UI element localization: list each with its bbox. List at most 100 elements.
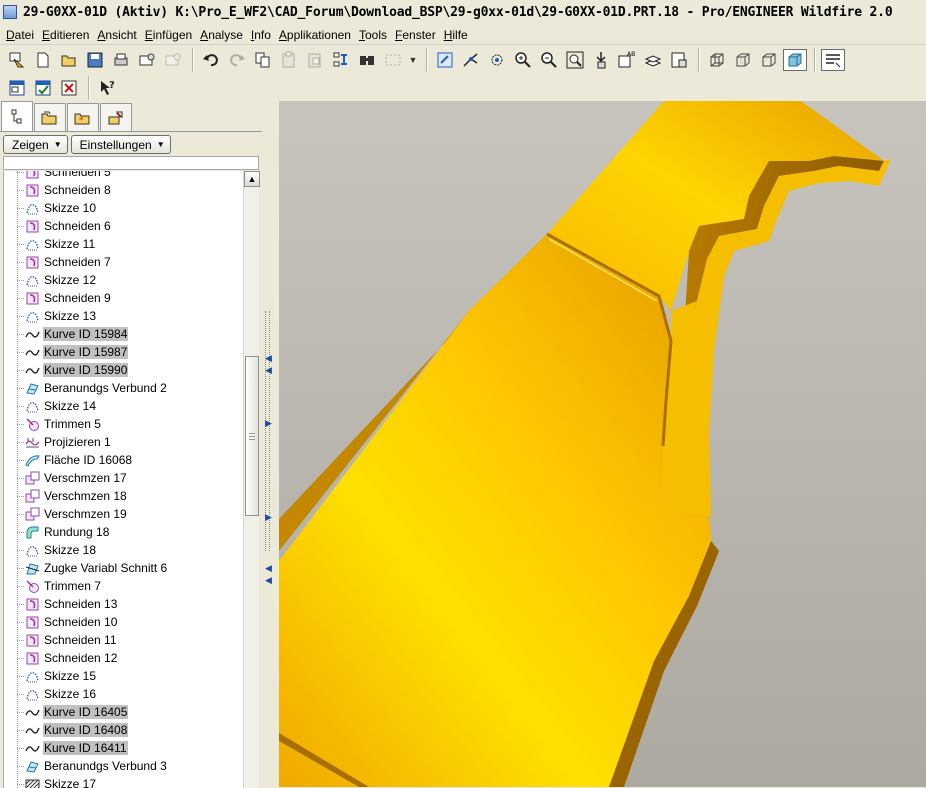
select-box-icon[interactable] [381, 49, 405, 71]
model-tree-item[interactable]: Trimmen 7 [24, 577, 102, 595]
collapse-left-icon[interactable]: ◀ [265, 365, 273, 375]
model-tree-item[interactable]: Skizze 15 [24, 667, 97, 685]
show-button[interactable]: Zeigen▼ [3, 135, 68, 154]
model-tree-item[interactable]: Trimmen 5 [24, 415, 102, 433]
find-icon[interactable] [355, 49, 379, 71]
open-folder-icon[interactable] [57, 49, 81, 71]
model-tree-item[interactable]: Schneiden 13 [24, 595, 118, 613]
panel-splitter[interactable]: ◀ ◀ ▶ ▶ ◀ ◀ [262, 101, 279, 787]
wireframe-icon[interactable] [705, 49, 729, 71]
model-tree-item[interactable]: Rundung 18 [24, 523, 110, 541]
menu-einfuegen[interactable]: Einfügen [141, 28, 196, 42]
send-link-icon[interactable] [161, 49, 185, 71]
model-tree-item[interactable]: Schneiden 7 [24, 253, 112, 271]
model-tree-item[interactable]: Beranundgs Verbund 3 [24, 757, 168, 775]
model-tree-item[interactable]: Kurve ID 15984 [24, 325, 128, 343]
paste-icon[interactable] [277, 49, 301, 71]
model-tree-item[interactable]: Zugke Variabl Schnitt 6 [24, 559, 168, 577]
model-tree-item[interactable]: Kurve ID 16411 [24, 739, 128, 757]
redo-icon[interactable] [225, 49, 249, 71]
model-tree-item[interactable]: Schneiden 5 [24, 171, 112, 181]
tree-scrollbar[interactable]: ▲ [243, 171, 259, 788]
repaint-icon[interactable] [433, 49, 457, 71]
view-manager-icon[interactable] [667, 49, 691, 71]
model-tree-item[interactable]: Kurve ID 16408 [24, 721, 128, 739]
zoom-in-icon[interactable] [511, 49, 535, 71]
scroll-up-icon[interactable]: ▲ [244, 171, 260, 187]
model-tree-item[interactable]: Schneiden 6 [24, 217, 112, 235]
model-tree-item[interactable]: Verschmzen 17 [24, 469, 128, 487]
save-icon[interactable] [83, 49, 107, 71]
menu-ansicht[interactable]: Ansicht [93, 28, 140, 42]
model-tree-item[interactable]: Schneiden 11 [24, 631, 118, 649]
datum-display-icon[interactable] [821, 49, 845, 71]
hidden-line-icon[interactable] [731, 49, 755, 71]
zoom-out-icon[interactable] [537, 49, 561, 71]
model-tree-item[interactable]: Schneiden 10 [24, 613, 118, 631]
scroll-thumb[interactable] [245, 356, 259, 516]
model-tree-item[interactable]: Skizze 17 [24, 775, 97, 788]
menu-fenster[interactable]: Fenster [391, 28, 440, 42]
spin-center-icon[interactable] [459, 49, 483, 71]
reorient-icon[interactable] [589, 49, 613, 71]
print-icon[interactable] [109, 49, 133, 71]
model-tree-item[interactable]: Fläche ID 16068 [24, 451, 133, 469]
regenerate-icon[interactable] [329, 49, 353, 71]
undo-icon[interactable] [199, 49, 223, 71]
menu-tools[interactable]: Tools [355, 28, 391, 42]
menu-info[interactable]: Info [247, 28, 275, 42]
model-tree-item[interactable]: Schneiden 12 [24, 649, 118, 667]
saved-views-icon[interactable]: AB [615, 49, 639, 71]
menu-applikationen[interactable]: Applikationen [275, 28, 355, 42]
shading-icon[interactable] [783, 49, 807, 71]
orient-mode-icon[interactable] [485, 49, 509, 71]
checkbox-window-icon[interactable] [31, 77, 55, 99]
menu-datei[interactable]: Datei [2, 28, 38, 42]
model-tree-item[interactable]: Projizieren 1 [24, 433, 112, 451]
new-file-icon[interactable] [31, 49, 55, 71]
refit-icon[interactable] [563, 49, 587, 71]
shaded-model[interactable] [279, 101, 926, 787]
copy-icon[interactable] [251, 49, 275, 71]
select-window-icon[interactable] [5, 49, 29, 71]
send-mail-icon[interactable] [135, 49, 159, 71]
graphics-viewport[interactable] [279, 101, 926, 787]
model-tree-item[interactable]: Skizze 13 [24, 307, 97, 325]
tab-favorites[interactable]: * [67, 103, 99, 131]
selection-dropdown-icon[interactable]: ▼ [407, 49, 419, 71]
paste-special-icon[interactable] [303, 49, 327, 71]
menu-editieren[interactable]: Editieren [38, 28, 93, 42]
model-tree-item[interactable]: Skizze 16 [24, 685, 97, 703]
model-tree-item[interactable]: Skizze 11 [24, 235, 96, 253]
collapse-left-icon[interactable]: ◀ [265, 353, 273, 363]
tab-model-tree[interactable] [1, 101, 33, 131]
model-tree-item[interactable]: Schneiden 9 [24, 289, 112, 307]
model-tree-item[interactable]: Verschmzen 19 [24, 505, 128, 523]
layers-icon[interactable] [641, 49, 665, 71]
tab-folder-browser[interactable] [34, 103, 66, 131]
model-tree-item[interactable]: Beranundgs Verbund 2 [24, 379, 168, 397]
collapse-left-icon[interactable]: ◀ [265, 563, 273, 573]
model-tree-item[interactable]: Kurve ID 15987 [24, 343, 128, 361]
expand-right-icon[interactable]: ▶ [265, 512, 273, 522]
menu-hilfe[interactable]: Hilfe [440, 28, 472, 42]
collapse-left-icon[interactable]: ◀ [265, 575, 273, 585]
model-tree-item[interactable]: Verschmzen 18 [24, 487, 128, 505]
model-tree-item[interactable]: Skizze 10 [24, 199, 97, 217]
model-tree-item[interactable]: Skizze 12 [24, 271, 97, 289]
menu-analyse[interactable]: Analyse [196, 28, 247, 42]
model-tree-item[interactable]: Schneiden 8 [24, 181, 112, 199]
expand-right-icon[interactable]: ▶ [265, 418, 273, 428]
context-help-icon[interactable]: ? [95, 77, 119, 99]
activate-window-icon[interactable] [5, 77, 29, 99]
close-window-icon[interactable] [57, 77, 81, 99]
cut-icon [24, 182, 40, 198]
model-tree-item[interactable]: Skizze 18 [24, 541, 97, 559]
settings-button[interactable]: Einstellungen▼ [71, 135, 171, 154]
model-tree-item[interactable]: Skizze 14 [24, 397, 97, 415]
no-hidden-icon[interactable] [757, 49, 781, 71]
model-tree-item[interactable]: Kurve ID 15990 [24, 361, 128, 379]
model-tree-item[interactable]: Kurve ID 16405 [24, 703, 128, 721]
tree-filter-input[interactable] [3, 156, 259, 170]
tab-connections[interactable] [100, 103, 132, 131]
